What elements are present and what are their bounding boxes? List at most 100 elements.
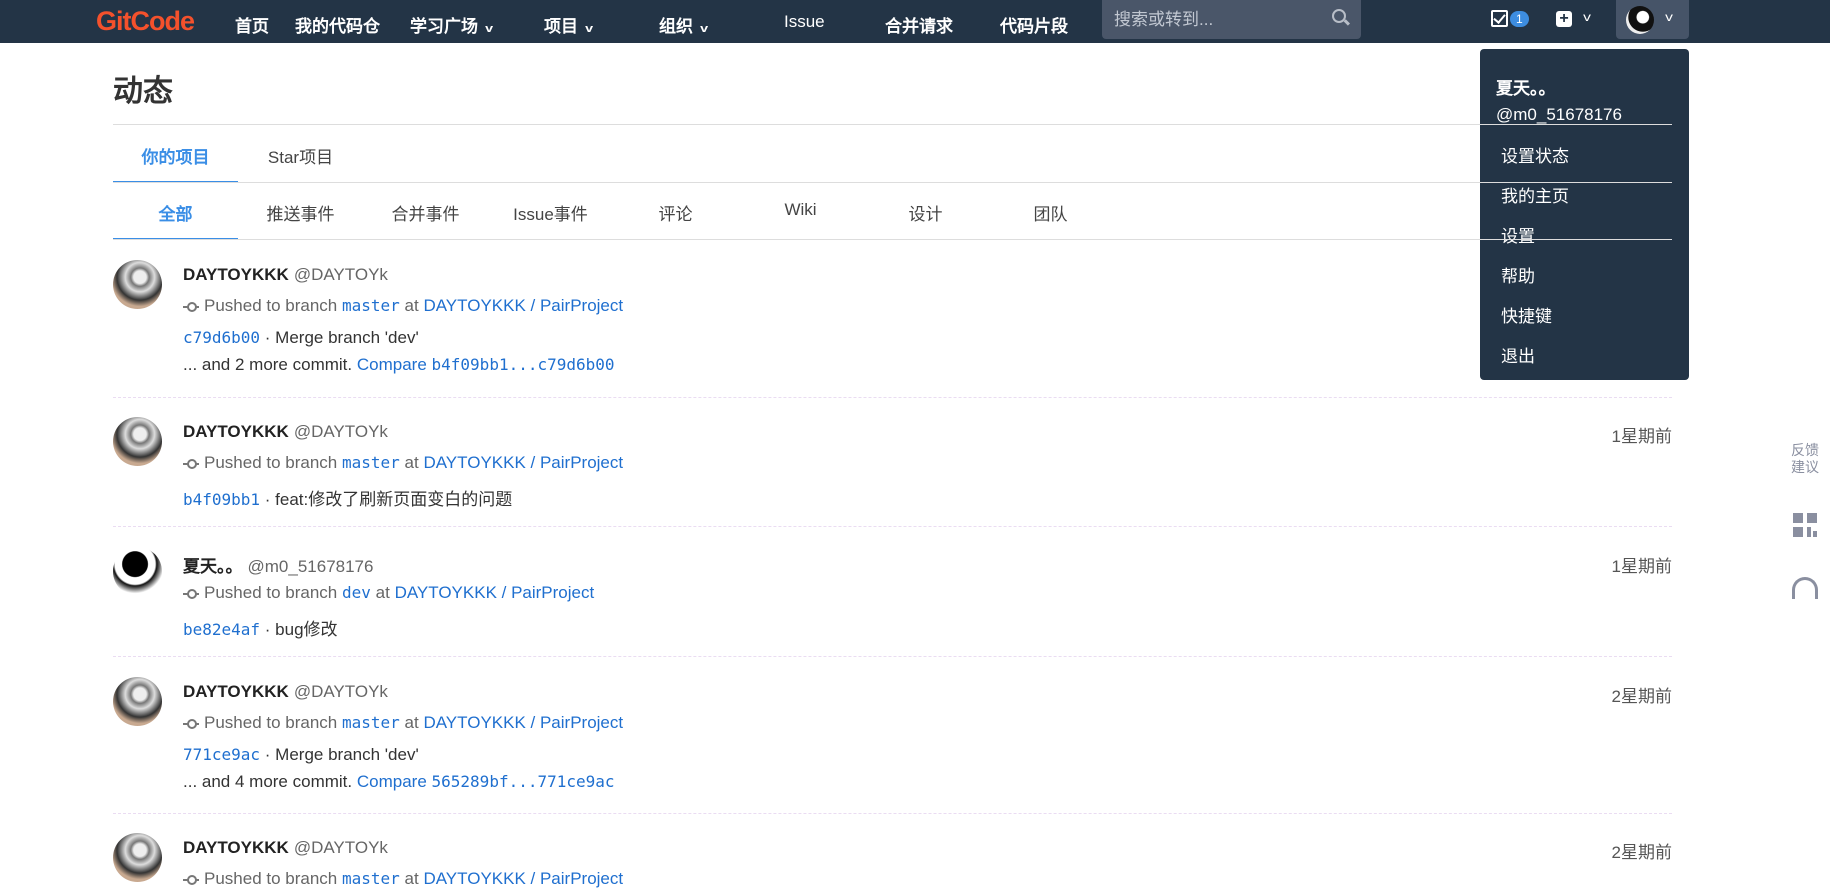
feedback-button[interactable]: 反馈建议 — [1780, 442, 1830, 476]
author-name[interactable]: DAYTOYKKK — [183, 838, 289, 857]
user-name: 夏天。。 — [1496, 79, 1556, 98]
commit-sha-link[interactable]: be82e4af — [183, 620, 260, 639]
author-name[interactable]: DAYTOYKKK — [183, 265, 289, 284]
filter-tab[interactable]: 推送事件 — [238, 200, 363, 240]
filter-tab[interactable]: 合并事件 — [363, 200, 488, 240]
commit-message: feat:修改了刷新页面变白的问题 — [275, 490, 513, 509]
user-menu-item[interactable]: 帮助 — [1501, 257, 1673, 297]
project-link[interactable]: DAYTOYKKK / PairProject — [423, 869, 623, 888]
author-name[interactable]: DAYTOYKKK — [183, 682, 289, 701]
event-time: 2星期前 — [1611, 687, 1672, 706]
chevron-down-icon[interactable]: v — [1583, 10, 1591, 24]
nav-item-0[interactable]: 首页 — [235, 12, 269, 37]
commit-sha-link[interactable]: 771ce9ac — [183, 745, 260, 764]
nav-item-3[interactable]: 项目 v — [544, 12, 593, 37]
author-handle: @DAYTOYk — [293, 265, 388, 284]
avatar[interactable] — [113, 677, 162, 726]
more-commits-text: ... and 4 more commit. — [183, 772, 353, 791]
author-name[interactable]: DAYTOYKKK — [183, 422, 289, 441]
branch-link[interactable]: master — [342, 296, 400, 315]
at-text: at — [404, 296, 419, 315]
compare-range-link[interactable]: b4f09bb1...c79d6b00 — [432, 355, 615, 374]
commit-message: bug修改 — [275, 620, 338, 639]
nav-item-6[interactable]: 合并请求 — [885, 12, 953, 37]
compare-link[interactable]: Compare — [357, 772, 427, 791]
avatar — [1626, 6, 1654, 34]
user-dropdown-menu: 夏天。。 @m0_51678176 设置状态 我的主页 设置 帮助 快捷键 退出 — [1480, 49, 1689, 380]
author-handle: @DAYTOYk — [293, 682, 388, 701]
branch-link[interactable]: master — [342, 713, 400, 732]
chevron-down-icon: v — [485, 23, 494, 35]
nav-item-5[interactable]: Issue — [784, 12, 825, 32]
page-title: 动态 — [113, 75, 173, 108]
new-item-plus-icon[interactable]: + — [1556, 11, 1572, 27]
nav-item-label: 项目 — [544, 17, 578, 36]
event-action-line: Pushed to branch dev at DAYTOYKKK / Pair… — [183, 583, 594, 603]
more-commits-line: ... and 4 more commit. Compare 565289bf.… — [183, 772, 615, 792]
user-menu-item[interactable]: 设置状态 — [1501, 137, 1673, 177]
avatar[interactable] — [113, 547, 162, 596]
tab-your-projects[interactable]: 你的项目 — [113, 143, 238, 183]
user-menu-item[interactable]: 快捷键 — [1501, 297, 1673, 337]
compare-link[interactable]: Compare — [357, 355, 427, 374]
event-author-line: DAYTOYKKK @DAYTOYk — [183, 682, 388, 702]
commit-icon — [183, 874, 199, 885]
filter-tab[interactable]: 全部 — [113, 200, 238, 240]
at-text: at — [404, 453, 419, 472]
commit-icon — [183, 718, 199, 729]
nav-item-label: 合并请求 — [885, 17, 953, 36]
project-link[interactable]: DAYTOYKKK / PairProject — [395, 583, 595, 602]
chevron-down-icon: v — [700, 23, 709, 35]
nav-item-7[interactable]: 代码片段 — [1000, 12, 1068, 37]
branch-link[interactable]: master — [342, 453, 400, 472]
event-separator — [113, 656, 1672, 657]
qr-code-button[interactable] — [1780, 513, 1830, 541]
gitcode-logo[interactable]: GitCode — [96, 6, 195, 37]
avatar[interactable] — [113, 833, 162, 882]
commit-line: b4f09bb1 · feat:修改了刷新页面变白的问题 — [183, 490, 513, 509]
commit-sha-link[interactable]: b4f09bb1 — [183, 490, 260, 509]
event-author-line: DAYTOYKKK @DAYTOYk — [183, 422, 388, 442]
commit-sha-link[interactable]: c79d6b00 — [183, 328, 260, 347]
commit-icon — [183, 301, 199, 312]
user-menu-item[interactable]: 设置 — [1501, 217, 1673, 257]
filter-tab[interactable]: 设计 — [863, 200, 988, 240]
feedback-label: 反馈建议 — [1791, 442, 1819, 475]
customer-service-button[interactable] — [1780, 577, 1830, 603]
commit-line: 771ce9ac · Merge branch 'dev' — [183, 745, 419, 764]
headset-icon — [1792, 577, 1818, 599]
user-avatar-button[interactable]: v — [1616, 0, 1689, 39]
avatar[interactable] — [113, 417, 162, 466]
filter-tab[interactable]: 评论 — [613, 200, 738, 240]
author-name[interactable]: 夏天。。 — [183, 557, 243, 576]
branch-link[interactable]: master — [342, 869, 400, 888]
compare-range-link[interactable]: 565289bf...771ce9ac — [432, 772, 615, 791]
commit-message: Merge branch 'dev' — [275, 328, 419, 347]
nav-item-2[interactable]: 学习广场 v — [410, 12, 494, 37]
todo-icon[interactable] — [1491, 10, 1508, 27]
search-icon[interactable] — [1332, 9, 1346, 23]
filter-tab[interactable]: 团队 — [988, 200, 1113, 240]
at-text: at — [404, 713, 419, 732]
search-input[interactable] — [1102, 0, 1361, 39]
project-link[interactable]: DAYTOYKKK / PairProject — [423, 453, 623, 472]
avatar[interactable] — [113, 260, 162, 309]
user-menu-item[interactable]: 退出 — [1501, 337, 1673, 377]
nav-item-4[interactable]: 组织 v — [659, 12, 709, 37]
action-text: Pushed to branch — [204, 296, 338, 315]
commit-line: be82e4af · bug修改 — [183, 620, 338, 639]
filter-tab[interactable]: Wiki — [738, 200, 863, 240]
nav-item-1[interactable]: 我的代码仓 — [295, 12, 380, 37]
user-menu-item[interactable]: 我的主页 — [1501, 177, 1673, 217]
tab-star-projects[interactable]: Star项目 — [238, 143, 363, 183]
filter-tab[interactable]: Issue事件 — [488, 200, 613, 240]
event-action-line: Pushed to branch master at DAYTOYKKK / P… — [183, 869, 623, 889]
project-link[interactable]: DAYTOYKKK / PairProject — [423, 296, 623, 315]
action-text: Pushed to branch — [204, 713, 338, 732]
event-author-line: 夏天。。 @m0_51678176 — [183, 552, 373, 577]
divider — [113, 124, 1672, 125]
author-handle: @DAYTOYk — [293, 838, 388, 857]
branch-link[interactable]: dev — [342, 583, 371, 602]
todo-count-badge[interactable]: 1 — [1510, 11, 1529, 27]
project-link[interactable]: DAYTOYKKK / PairProject — [423, 713, 623, 732]
